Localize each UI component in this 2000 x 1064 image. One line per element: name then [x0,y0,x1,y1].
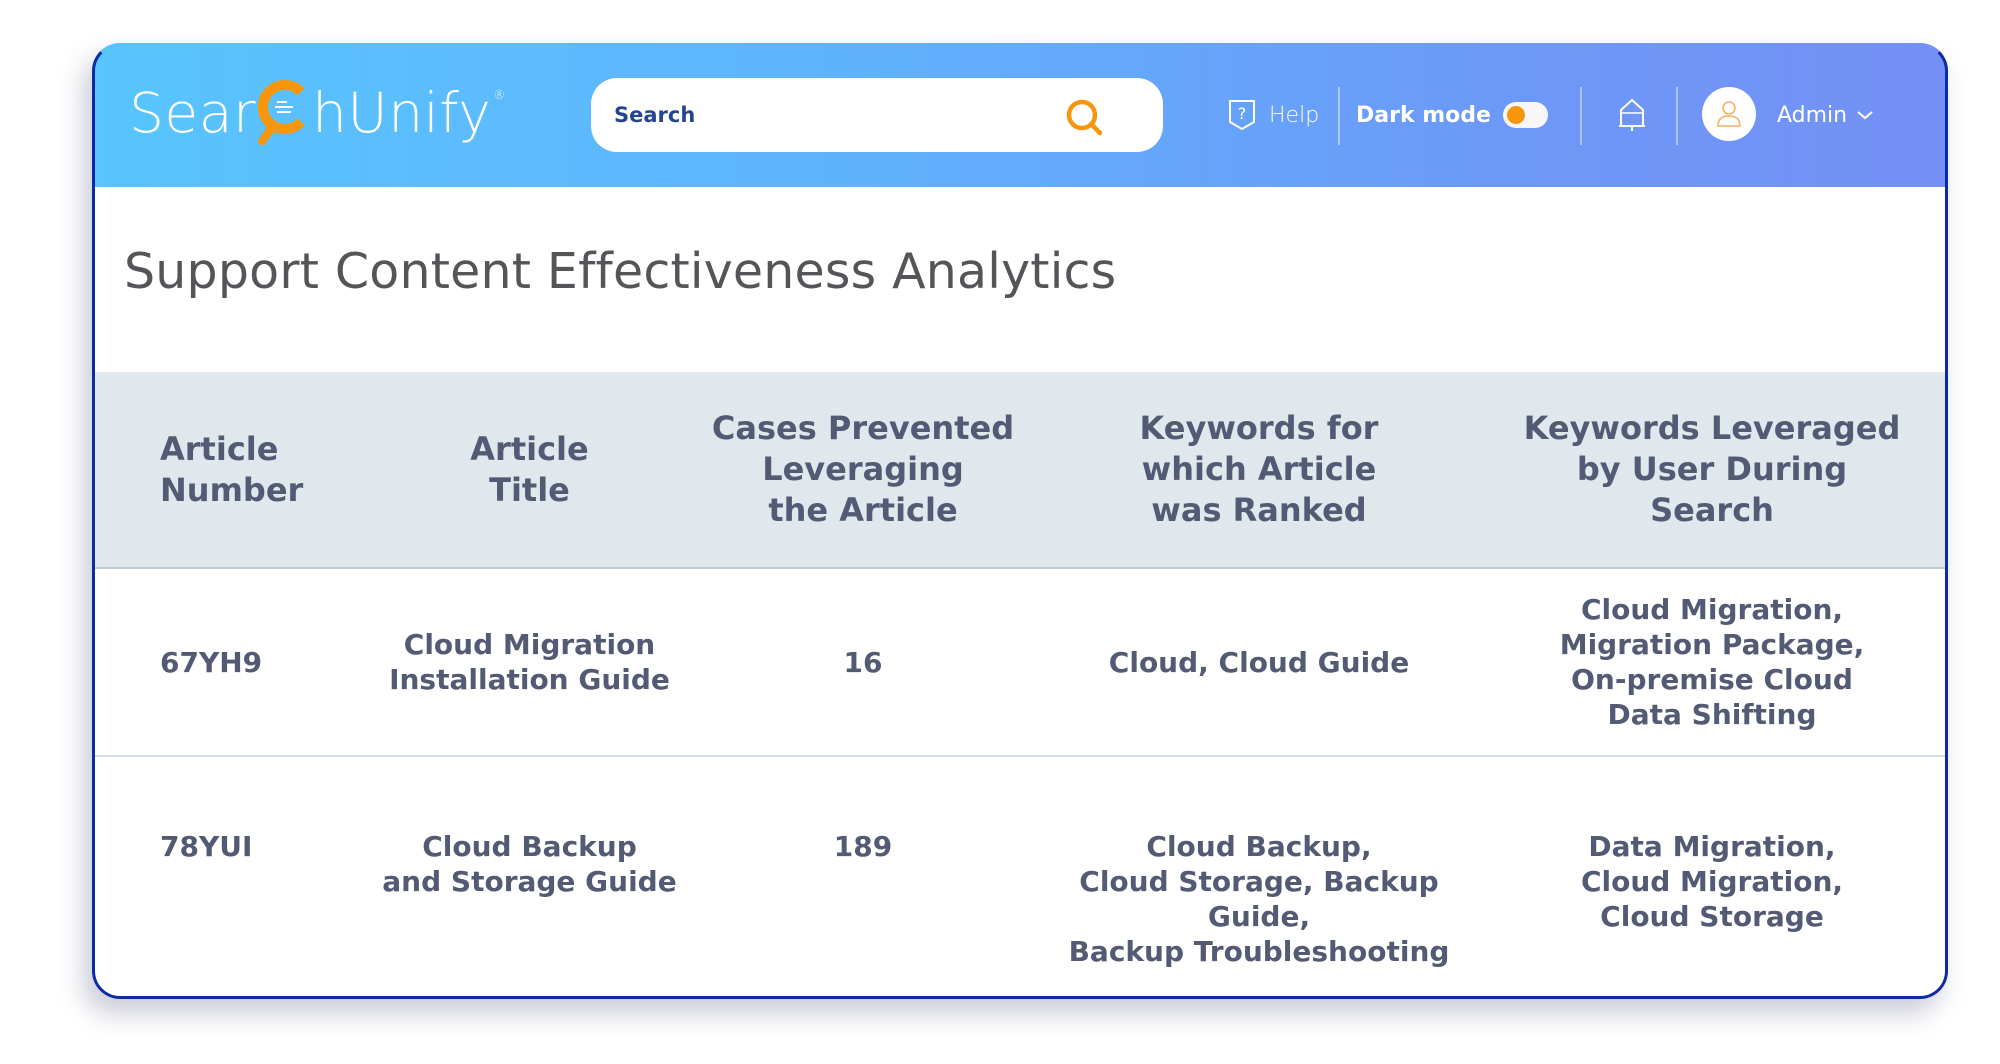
column-header-keywords-leveraged[interactable]: Keywords Leveraged by User During Search [1479,372,1945,569]
help-link[interactable]: ? Help [1228,95,1319,135]
keywords-ranked-cell: Cloud Backup, Cloud Storage, Backup Guid… [1039,756,1479,999]
logo-magnifier-icon [255,78,313,148]
header-divider [1580,87,1582,145]
user-name: Admin [1777,102,1848,128]
cases-prevented-cell: 16 [687,568,1039,757]
article-title-cell: Cloud Migration Installation Guide [372,568,687,757]
notifications-button[interactable] [1617,95,1647,135]
top-navigation-bar: Sear hUnify ® Search ? Help Dark mode Ad… [92,43,1948,187]
article-number-cell: 78YUI [92,756,372,999]
keywords-leveraged-cell: Data Migration, Cloud Migration, Cloud S… [1479,756,1945,999]
svg-text:?: ? [1238,104,1247,123]
user-icon [1716,100,1742,128]
analytics-table: Article Number Article Title Cases Preve… [92,372,1945,999]
avatar[interactable] [1702,87,1756,141]
toggle-knob [1506,106,1525,124]
search-bar [591,78,1163,152]
column-header-article-title[interactable]: Article Title [372,372,687,569]
user-menu-button[interactable]: Admin [1777,95,1874,135]
column-header-article-number[interactable]: Article Number [92,372,372,569]
dark-mode-toggle[interactable] [1502,102,1548,128]
chevron-down-icon [1856,109,1874,121]
table-header-row: Article Number Article Title Cases Preve… [92,372,1945,569]
analytics-card: Sear hUnify ® Search ? Help Dark mode Ad… [92,43,1948,999]
column-header-keywords-ranked[interactable]: Keywords for which Article was Ranked [1039,372,1479,569]
search-icon[interactable] [1064,96,1108,140]
column-header-cases-prevented[interactable]: Cases Prevented Leveraging the Article [687,372,1039,569]
logo-text-left: Sear [129,81,257,145]
header-divider [1676,87,1678,145]
table-row[interactable]: 78YUI Cloud Backup and Storage Guide 189… [92,756,1945,999]
dark-mode-label: Dark mode [1356,102,1491,128]
table-row[interactable]: 67YH9 Cloud Migration Installation Guide… [92,568,1945,757]
logo-text-right: hUnify [312,81,492,145]
registered-mark: ® [493,88,506,102]
help-label: Help [1269,102,1320,128]
header-divider [1338,87,1340,145]
keywords-leveraged-cell: Cloud Migration, Migration Package, On-p… [1479,568,1945,757]
article-title-cell: Cloud Backup and Storage Guide [372,756,687,999]
help-shield-icon: ? [1228,99,1256,131]
bell-icon [1617,97,1647,133]
page-title: Support Content Effectiveness Analytics [124,243,1117,300]
keywords-ranked-cell: Cloud, Cloud Guide [1039,568,1479,757]
dark-mode-control: Dark mode [1356,95,1548,135]
search-input[interactable] [612,102,1046,128]
searchunify-logo[interactable]: Sear hUnify ® [129,73,506,153]
article-number-cell: 67YH9 [92,568,372,757]
cases-prevented-cell: 189 [687,756,1039,999]
